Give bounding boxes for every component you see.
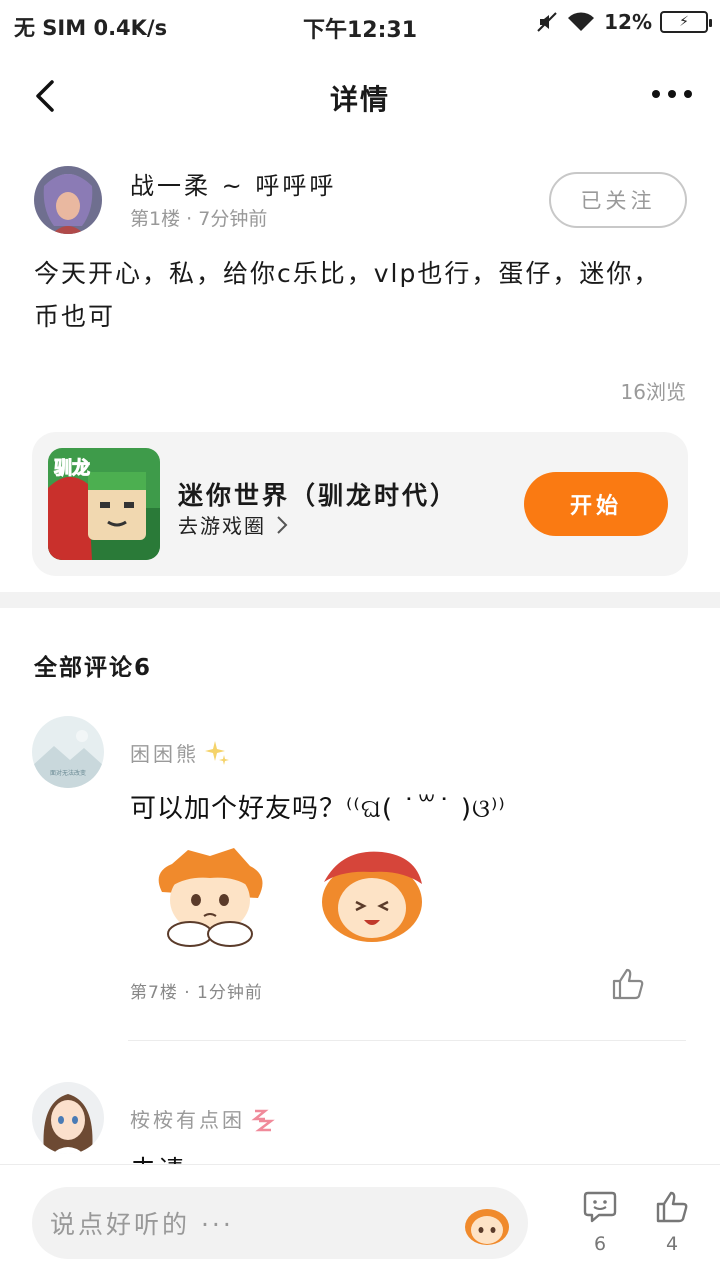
author-avatar[interactable]	[34, 166, 102, 234]
view-count: 16浏览	[620, 380, 686, 404]
like-count: 4	[665, 1233, 679, 1255]
section-divider	[0, 592, 720, 608]
author-name[interactable]: 战一柔 ~ 呼呼呼	[130, 166, 336, 201]
game-name: 迷你世界（驯龙时代）	[178, 481, 459, 510]
comment-bubble-icon	[583, 1191, 617, 1223]
battery-icon: ⚡	[660, 11, 712, 33]
post-content: 今天开心，私，给你c乐比，vlp也行，蛋仔，迷你，币也可	[34, 259, 661, 331]
crying-chibi-sticker	[158, 848, 263, 947]
game-circle-link[interactable]: 去游戏圈	[178, 510, 288, 539]
commenter-name[interactable]: 困困熊	[130, 738, 231, 767]
like-count-button[interactable]: 4	[648, 1189, 696, 1255]
post-meta: 第1楼 · 7分钟前	[130, 208, 268, 230]
game-icon-text: 驯龙	[54, 457, 90, 479]
comment-count: 6	[593, 1233, 607, 1255]
thumbs-up-icon	[656, 1191, 688, 1223]
game-card[interactable]: 驯龙 迷你世界（驯龙时代） 去游戏圈 开始	[32, 432, 688, 576]
start-game-button[interactable]: 开始	[524, 472, 668, 536]
more-options-icon[interactable]	[648, 76, 696, 112]
battery-percent: 12%	[604, 10, 652, 34]
comments-header: 全部评论6	[34, 655, 153, 681]
top-nav: 详情	[0, 60, 720, 132]
wifi-icon	[568, 12, 595, 31]
game-circle-label: 去游戏圈	[178, 514, 266, 538]
mute-icon	[537, 12, 557, 32]
commenter-name[interactable]: 桉桉有点困	[130, 1104, 275, 1133]
comment-floor: 第7楼	[130, 983, 178, 1003]
page-title: 详情	[329, 83, 390, 116]
comments-count-button[interactable]: 6	[576, 1189, 624, 1255]
post-time: 7分钟前	[198, 208, 268, 230]
post-floor: 第1楼	[130, 208, 181, 230]
avatar-caption: 面对无法改变	[50, 769, 86, 777]
laughing-chibi-sticker	[322, 851, 422, 942]
sparkle-icon	[205, 740, 229, 765]
game-icon: 驯龙	[48, 448, 160, 560]
status-bar: 无 SIM 0.4K/s 下午12:31 12% ⚡	[0, 0, 720, 50]
comment-text: 可以加个好友吗？⁽⁽ଘ( ˙꒳˙ )ଓ⁾⁾	[130, 794, 506, 824]
status-icons: 12% ⚡	[536, 10, 712, 34]
bottom-bar: 说点好听的 ··· 6 4	[0, 1164, 720, 1280]
comment-text: 去请	[130, 1150, 186, 1164]
comment-input[interactable]: 说点好听的 ···	[32, 1187, 528, 1259]
comment-like-icon[interactable]	[610, 966, 646, 1002]
follow-button[interactable]: 已关注	[549, 172, 687, 228]
commenter-avatar[interactable]	[32, 1082, 104, 1154]
comment-divider	[128, 1040, 686, 1041]
comment-meta: 第7楼 · 1分钟前	[130, 983, 263, 1003]
sleepy-zzz-icon	[251, 1109, 275, 1131]
comment-time: 1分钟前	[197, 983, 263, 1003]
chevron-right-icon	[277, 515, 288, 534]
commenter-avatar[interactable]: 面对无法改变	[32, 716, 104, 788]
sticker-picker-icon[interactable]	[462, 1201, 512, 1247]
